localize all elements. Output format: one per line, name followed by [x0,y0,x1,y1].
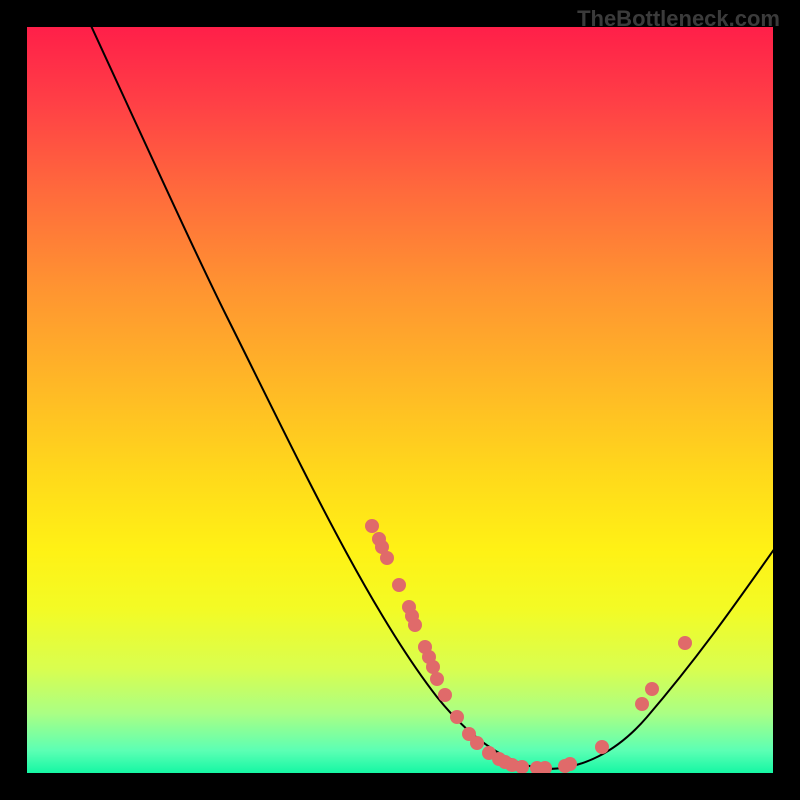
scatter-point [392,578,406,592]
scatter-point [678,636,692,650]
scatter-point [365,519,379,533]
scatter-point [595,740,609,754]
scatter-point [426,660,440,674]
scatter-point [470,736,484,750]
scatter-point [380,551,394,565]
scatter-point [635,697,649,711]
scatter-point [645,682,659,696]
watermark: TheBottleneck.com [577,6,780,32]
scatter-point [563,757,577,771]
scatter-points-group [365,519,692,773]
chart-svg [27,27,773,773]
chart-plot-area [27,27,773,773]
scatter-point [450,710,464,724]
scatter-point [408,618,422,632]
scatter-point [438,688,452,702]
scatter-point [430,672,444,686]
